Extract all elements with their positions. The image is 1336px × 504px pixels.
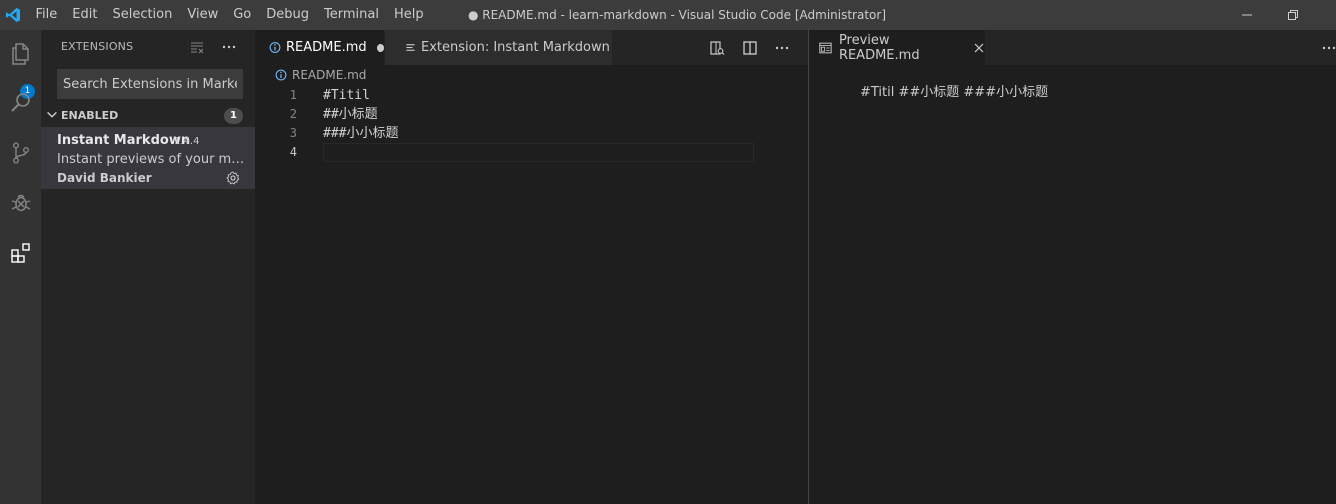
clear-all-icon (191, 42, 204, 54)
line-number: 4 (289, 145, 297, 159)
minimize-icon (1242, 14, 1252, 16)
code-line[interactable]: 1 #Titil (255, 86, 808, 105)
chevron-down-icon (47, 111, 57, 118)
extensions-sidebar: EXTENSIONS ENABLED 1 Instant Markdown 1.… (41, 30, 255, 504)
split-editor-icon (743, 41, 757, 55)
tab-label: README.md (285, 40, 367, 55)
extensions-icon[interactable] (0, 230, 41, 276)
more-actions-button[interactable] (219, 38, 239, 56)
extension-settings-button[interactable] (224, 169, 242, 187)
open-preview-icon (710, 41, 725, 55)
breadcrumb-file[interactable]: README.md (292, 68, 366, 82)
window-title: ● README.md - learn-markdown - Visual St… (467, 8, 887, 22)
close-tab-button[interactable] (972, 41, 985, 55)
line-number: 1 (289, 88, 297, 102)
line-text[interactable]: ###小小标题 (323, 124, 398, 143)
preview-tab-bar: Preview README.md (809, 30, 1336, 65)
code-line[interactable]: 4 (255, 143, 808, 162)
code-line[interactable]: 3 ###小小标题 (255, 124, 808, 143)
editor-tab-bar: README.md Extension: Instant Markdown (255, 30, 808, 65)
tab-preview-readme[interactable]: Preview README.md (809, 30, 985, 65)
code-line[interactable]: 2 ##小标题 (255, 105, 808, 124)
editor-more-actions-button[interactable] (772, 38, 792, 58)
line-text[interactable]: #Titil (323, 86, 370, 105)
restore-icon (1288, 10, 1298, 20)
ellipsis-icon (775, 46, 789, 50)
info-icon (269, 42, 281, 53)
minimize-button[interactable] (1224, 0, 1270, 30)
ellipsis-icon (1322, 46, 1336, 50)
restore-button[interactable] (1270, 0, 1316, 30)
gear-icon (226, 171, 240, 185)
extension-list-item[interactable]: Instant Markdown 1.4.4 Instant previews … (41, 127, 255, 189)
activity-bar: 1 (0, 30, 41, 504)
source-control-icon[interactable] (0, 130, 41, 176)
extension-version: 1.4.4 (174, 136, 200, 147)
tab-label: Preview README.md (838, 32, 920, 63)
line-number: 2 (289, 107, 297, 121)
close-icon (974, 43, 983, 52)
preview-list-icon (406, 44, 415, 51)
tab-readme[interactable]: README.md (255, 30, 384, 65)
line-number: 3 (289, 126, 297, 140)
tab-extension-instant-markdown[interactable]: Extension: Instant Markdown (385, 30, 612, 65)
files-icon[interactable] (0, 31, 41, 77)
extension-name: Instant Markdown (57, 133, 191, 148)
breadcrumb[interactable]: README.md (255, 65, 366, 85)
preview-more-actions-button[interactable] (1319, 38, 1336, 58)
extension-description: Instant previews of your markdown (57, 152, 247, 167)
preview-icon (819, 42, 832, 53)
title-bar: File Edit Selection View Go Debug Termin… (0, 0, 1336, 30)
search-icon[interactable] (0, 80, 41, 126)
code-editor[interactable]: 1 #Titil 2 ##小标题 3 ###小小标题 4 (255, 85, 808, 504)
preview-content: #Titil ##小标题 ###小小标题 (860, 85, 1049, 100)
debug-icon[interactable] (0, 180, 41, 226)
ellipsis-icon (222, 45, 236, 49)
markdown-preview[interactable]: #Titil ##小标题 ###小小标题 (809, 65, 1336, 504)
section-label: ENABLED (61, 109, 119, 122)
enabled-section-header[interactable]: ENABLED 1 (41, 105, 255, 127)
split-editor-button[interactable] (740, 38, 760, 58)
extension-author: David Bankier (57, 171, 152, 185)
sidebar-title: EXTENSIONS (61, 40, 134, 53)
tab-label: Extension: Instant Markdown (421, 40, 610, 55)
clear-extensions-button[interactable] (187, 38, 207, 56)
info-icon (275, 69, 287, 81)
open-preview-button[interactable] (707, 38, 727, 58)
extensions-search-input[interactable] (57, 69, 243, 99)
section-count-badge: 1 (224, 108, 243, 124)
line-text[interactable]: ##小标题 (323, 105, 378, 124)
unsaved-dot-icon[interactable] (376, 43, 384, 52)
